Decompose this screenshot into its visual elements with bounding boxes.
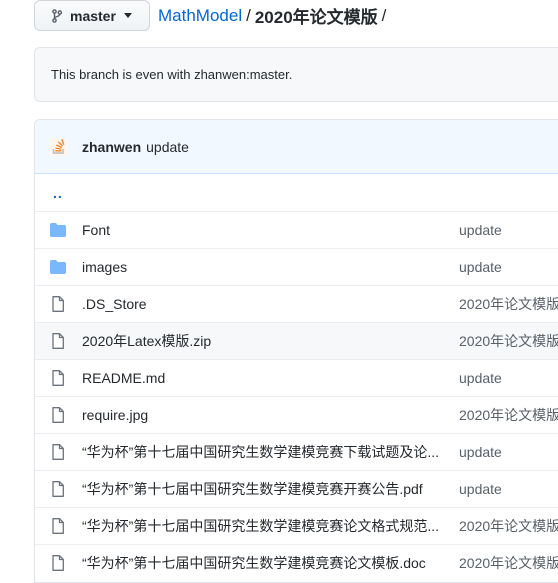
file-row[interactable]: images update [35, 248, 558, 285]
file-name-link[interactable]: README.md [82, 370, 165, 386]
file-row[interactable]: 2020年Latex模版.zip 2020年论文模版 [35, 322, 558, 359]
file-name-link[interactable]: require.jpg [82, 407, 148, 423]
latest-commit-bar: zhanwen update [35, 120, 558, 174]
repo-header: master MathModel / 2020年论文模版 / [34, 0, 390, 31]
file-name-link[interactable]: “华为杯”第十七届中国研究生数学建模竞赛论文模板.doc [82, 553, 426, 573]
file-icon [50, 370, 66, 386]
file-row[interactable]: “华为杯”第十七届中国研究生数学建模竞赛开赛公告.pdf update [35, 470, 558, 507]
file-row[interactable]: “华为杯”第十七届中国研究生数学建模竞赛论文模板.doc 2020年论文模版 [35, 544, 558, 581]
file-name-link[interactable]: .DS_Store [82, 296, 147, 312]
file-commit-message-link[interactable]: update [459, 222, 502, 238]
avatar[interactable] [49, 137, 69, 157]
file-row[interactable]: “华为杯”第十七届中国研究生数学建模竞赛下载试题及论... update [35, 433, 558, 470]
file-name-link[interactable]: images [82, 259, 127, 275]
file-row[interactable]: .DS_Store 2020年论文模版 [35, 285, 558, 322]
file-name-link[interactable]: 2020年Latex模版.zip [82, 331, 211, 351]
branch-status-text: This branch is even with zhanwen:master. [51, 67, 293, 82]
file-icon [50, 518, 66, 534]
chevron-down-icon [123, 13, 132, 18]
file-name-link[interactable]: “华为杯”第十七届中国研究生数学建模竞赛论文格式规范... [82, 516, 439, 536]
folder-icon [50, 222, 66, 238]
breadcrumb-separator: / [381, 5, 387, 25]
file-row[interactable]: “华为杯”第十七届中国研究生数学建模竞赛论文格式规范... 2020年论文模版 [35, 507, 558, 544]
git-branch-icon [52, 8, 62, 23]
file-commit-message-link[interactable]: update [459, 481, 502, 497]
file-commit-message-link[interactable]: update [459, 259, 502, 275]
branch-status-banner: This branch is even with zhanwen:master. [34, 47, 558, 102]
file-icon [50, 407, 66, 423]
breadcrumb-repo-link[interactable]: MathModel [158, 6, 242, 26]
file-row[interactable]: README.md update [35, 359, 558, 396]
file-icon [50, 333, 66, 349]
file-icon [50, 444, 66, 460]
breadcrumb: MathModel / 2020年论文模版 / [158, 3, 390, 28]
parent-directory-link[interactable]: .. [53, 185, 63, 201]
file-commit-message-link[interactable]: update [459, 370, 502, 386]
commit-author-link[interactable]: zhanwen [82, 139, 141, 155]
file-name-link[interactable]: “华为杯”第十七届中国研究生数学建模竞赛开赛公告.pdf [82, 479, 423, 499]
file-row[interactable]: require.jpg 2020年论文模版 [35, 396, 558, 433]
parent-directory-row[interactable]: .. [35, 174, 558, 211]
file-commit-message-link[interactable]: 2020年论文模版 [459, 294, 558, 314]
file-commit-message-link[interactable]: 2020年论文模版 [459, 553, 558, 573]
file-icon [50, 555, 66, 571]
file-commit-message-link[interactable]: update [459, 444, 502, 460]
breadcrumb-separator: / [246, 5, 251, 25]
commit-message-link[interactable]: update [146, 139, 189, 155]
file-icon [50, 296, 66, 312]
file-name-link[interactable]: Font [82, 222, 110, 238]
file-row[interactable]: Font update [35, 211, 558, 248]
file-commit-message-link[interactable]: 2020年论文模版 [459, 331, 558, 351]
branch-label: master [70, 7, 116, 24]
folder-icon [50, 259, 66, 275]
file-commit-message-link[interactable]: 2020年论文模版 [459, 516, 558, 536]
file-icon [50, 481, 66, 497]
file-list: zhanwen update .. Font update images update… [34, 119, 558, 583]
breadcrumb-current-folder: 2020年论文模版 [254, 8, 378, 27]
branch-select-button[interactable]: master [34, 0, 150, 31]
stackoverflow-avatar-icon [50, 137, 68, 156]
file-name-link[interactable]: “华为杯”第十七届中国研究生数学建模竞赛下载试题及论... [82, 442, 439, 462]
file-commit-message-link[interactable]: 2020年论文模版 [459, 405, 558, 425]
